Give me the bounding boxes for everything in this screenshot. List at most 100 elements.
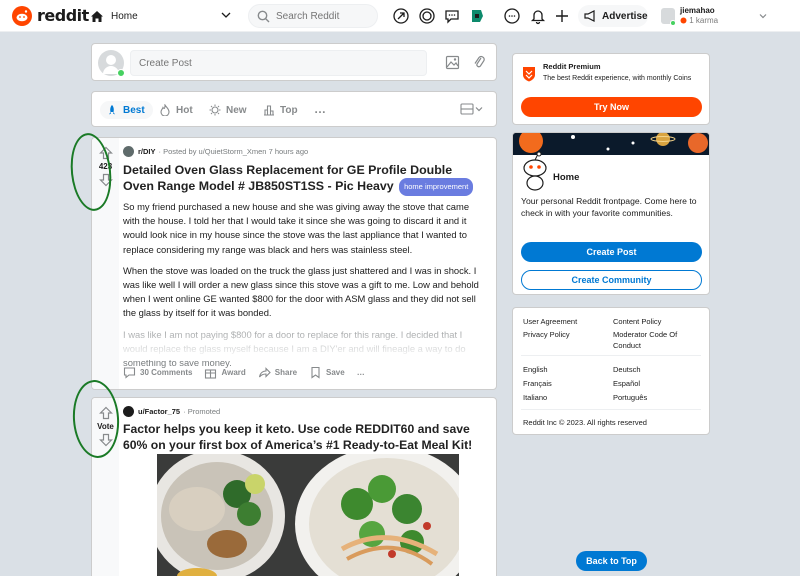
sort-new[interactable]: New bbox=[209, 101, 247, 119]
link-icon[interactable] bbox=[472, 55, 487, 70]
search-icon bbox=[257, 10, 270, 22]
feed-selector[interactable]: Home bbox=[90, 4, 238, 28]
award-button[interactable]: Award bbox=[204, 366, 246, 379]
logo-text: reddit bbox=[37, 6, 89, 25]
comment-icon bbox=[123, 367, 136, 379]
post-title[interactable]: Factor helps you keep it keto. Use code … bbox=[123, 421, 484, 453]
home-icon bbox=[91, 10, 103, 22]
create-post-input[interactable] bbox=[130, 50, 427, 76]
bookmark-icon bbox=[311, 366, 320, 379]
sort-top[interactable]: Top bbox=[263, 101, 298, 119]
downvote-arrow-icon[interactable] bbox=[98, 173, 113, 187]
comments-button[interactable]: 30 Comments bbox=[123, 366, 192, 379]
award-label: Award bbox=[221, 368, 246, 377]
username: jiemahao bbox=[680, 6, 715, 15]
lang-portuguese-link[interactable]: Português bbox=[613, 393, 647, 404]
upvote-arrow-icon[interactable] bbox=[98, 146, 113, 160]
copyright-text: Reddit Inc © 2023. All rights reserved bbox=[523, 418, 647, 427]
messages-icon[interactable] bbox=[503, 7, 521, 25]
chevron-down-icon bbox=[475, 107, 483, 112]
privacy-policy-link[interactable]: Privacy Policy bbox=[523, 330, 570, 341]
downvote-arrow-icon[interactable] bbox=[98, 433, 113, 447]
save-button[interactable]: Save bbox=[309, 366, 345, 379]
post-paragraph: When the stove was loaded on the truck t… bbox=[123, 264, 479, 319]
avatar bbox=[660, 6, 676, 26]
lang-german-link[interactable]: Deutsch bbox=[613, 365, 641, 376]
megaphone-icon bbox=[584, 10, 595, 22]
create-post-bar bbox=[91, 43, 497, 81]
coins-icon[interactable] bbox=[418, 7, 436, 25]
post-more-button[interactable]: … bbox=[357, 368, 365, 377]
back-to-top-button[interactable]: Back to Top bbox=[576, 551, 647, 571]
mod-shield-icon[interactable] bbox=[468, 7, 486, 25]
home-card: Home Your personal Reddit frontpage. Com… bbox=[512, 132, 710, 295]
share-button[interactable]: Share bbox=[258, 366, 297, 379]
subreddit-icon[interactable] bbox=[123, 146, 134, 157]
karma-icon bbox=[680, 17, 687, 24]
premium-card: Reddit Premium The best Reddit experienc… bbox=[512, 53, 710, 125]
lang-french-link[interactable]: Français bbox=[523, 379, 552, 390]
search-input[interactable] bbox=[276, 10, 376, 22]
lang-italian-link[interactable]: Italiano bbox=[523, 393, 547, 404]
vote-label: Vote bbox=[97, 422, 114, 431]
sort-hot-label: Hot bbox=[176, 104, 193, 116]
chevron-down-icon bbox=[221, 12, 231, 18]
post-flair[interactable]: home improvement bbox=[399, 178, 474, 196]
content-policy-link[interactable]: Content Policy bbox=[613, 317, 661, 328]
view-layout-selector[interactable] bbox=[460, 103, 484, 115]
sort-hot[interactable]: Hot bbox=[159, 101, 193, 119]
premium-description: The best Reddit experience, with monthly… bbox=[543, 75, 692, 82]
post-card[interactable]: 423 r/DIY · Posted by u/QuietStorm_Xmen … bbox=[91, 137, 497, 390]
sort-best-label: Best bbox=[123, 104, 145, 116]
online-status-dot bbox=[117, 69, 125, 77]
sort-bar: Best Hot New Top … bbox=[91, 91, 497, 127]
post-paragraph: So my friend purchased a new house and s… bbox=[123, 201, 470, 255]
top-header: reddit Home Advertise jiemahao 1 karma bbox=[0, 0, 800, 32]
vote-column: Vote bbox=[92, 398, 119, 576]
rocket-icon bbox=[109, 105, 115, 115]
lang-english-link[interactable]: English bbox=[523, 365, 548, 376]
bar-chart-icon bbox=[264, 105, 274, 116]
karma-text: 1 karma bbox=[689, 16, 719, 25]
chat-icon[interactable] bbox=[443, 7, 461, 25]
share-label: Share bbox=[274, 368, 298, 377]
chevron-down-icon bbox=[759, 14, 767, 19]
try-now-button[interactable]: Try Now bbox=[521, 97, 702, 117]
sort-more-button[interactable]: … bbox=[314, 102, 326, 116]
flame-icon bbox=[160, 104, 170, 116]
notification-bell-icon[interactable] bbox=[529, 7, 547, 25]
create-community-button[interactable]: Create Community bbox=[521, 270, 702, 290]
create-post-button[interactable]: Create Post bbox=[521, 242, 702, 262]
user-agreement-link[interactable]: User Agreement bbox=[523, 317, 577, 328]
lang-spanish-link[interactable]: Español bbox=[613, 379, 640, 390]
reddit-logo[interactable]: reddit bbox=[12, 5, 89, 26]
advertise-label: Advertise bbox=[602, 10, 648, 22]
snoo-logo-icon bbox=[12, 5, 32, 26]
feed-selector-label: Home bbox=[111, 10, 138, 22]
home-card-description: Your personal Reddit frontpage. Come her… bbox=[521, 196, 697, 218]
sort-new-label: New bbox=[226, 104, 247, 116]
premium-title: Reddit Premium bbox=[543, 62, 601, 71]
advertiser-link[interactable]: u/Factor_75 bbox=[138, 407, 180, 416]
avatar[interactable] bbox=[98, 50, 125, 77]
promoted-post-card[interactable]: Vote u/Factor_75 · Promoted Factor helps… bbox=[91, 397, 497, 576]
subreddit-link[interactable]: r/DIY bbox=[138, 147, 156, 156]
user-menu[interactable]: jiemahao 1 karma bbox=[660, 3, 768, 29]
advertise-button[interactable]: Advertise bbox=[578, 5, 648, 27]
upvote-arrow-icon[interactable] bbox=[98, 406, 113, 420]
ad-image[interactable] bbox=[157, 454, 459, 576]
comments-label: 30 Comments bbox=[140, 368, 193, 377]
post-title[interactable]: Detailed Oven Glass Replacement for GE P… bbox=[123, 162, 484, 196]
plus-create-icon[interactable] bbox=[553, 7, 571, 25]
gift-icon bbox=[205, 369, 217, 379]
popular-icon[interactable] bbox=[392, 7, 410, 25]
image-upload-icon[interactable] bbox=[445, 55, 460, 70]
search-bar[interactable] bbox=[248, 4, 378, 28]
home-card-title: Home bbox=[553, 172, 580, 183]
footer-links-card: User Agreement Privacy Policy Content Po… bbox=[512, 307, 710, 435]
premium-shield-icon bbox=[523, 67, 535, 82]
karma-count: 1 karma bbox=[680, 16, 718, 26]
sort-best[interactable]: Best bbox=[100, 101, 153, 119]
moderator-code-link[interactable]: Moderator Code Of Conduct bbox=[613, 330, 703, 351]
advertiser-icon[interactable] bbox=[123, 406, 134, 417]
